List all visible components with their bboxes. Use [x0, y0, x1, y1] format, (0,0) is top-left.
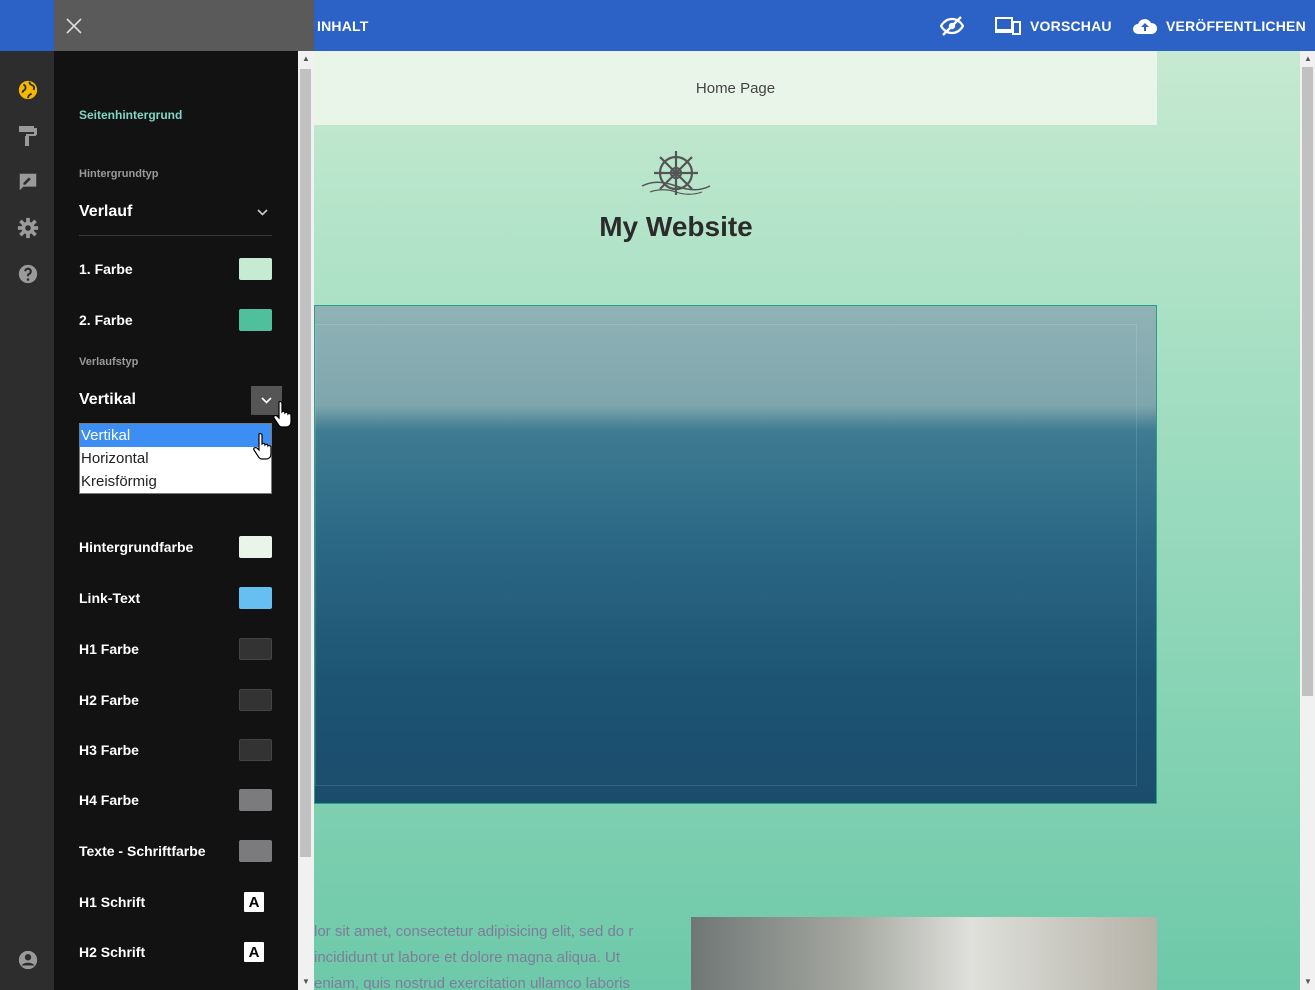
devices-icon: [995, 16, 1021, 35]
option-radial[interactable]: Kreisförmig: [80, 470, 271, 493]
scroll-up-icon[interactable]: ▲: [1304, 54, 1312, 63]
h2-color-label: H2 Farbe: [79, 692, 139, 708]
option-horizontal[interactable]: Horizontal: [80, 447, 271, 470]
settings-panel: Seitenhintergrund Hintergrundtyp Verlauf…: [54, 51, 298, 990]
content-tab[interactable]: INHALT: [317, 0, 369, 51]
help-icon[interactable]: [15, 261, 41, 287]
chevron-down-icon: [261, 397, 272, 404]
h2-font-picker-icon[interactable]: A: [244, 942, 264, 962]
background-color-label: Hintergrundfarbe: [79, 539, 194, 555]
h3-color-swatch[interactable]: [239, 739, 272, 761]
h1-color-label: H1 Farbe: [79, 641, 139, 657]
scroll-down-icon[interactable]: ▼: [1304, 977, 1312, 986]
h2-color-swatch[interactable]: [239, 689, 272, 711]
lorem-paragraph: lor sit amet, consectetur adipisicing el…: [314, 923, 634, 990]
color1-label: 1. Farbe: [79, 261, 133, 277]
preview-scroll-thumb[interactable]: [1302, 67, 1313, 696]
link-text-swatch[interactable]: [239, 587, 272, 609]
paint-roller-icon[interactable]: [15, 123, 41, 149]
h3-color-label: H3 Farbe: [79, 742, 139, 758]
h2-color-row: H2 Farbe: [79, 688, 272, 712]
close-icon[interactable]: [64, 16, 84, 36]
h4-color-label: H4 Farbe: [79, 792, 139, 808]
scroll-down-icon[interactable]: ▼: [302, 977, 310, 986]
color1-swatch[interactable]: [239, 258, 272, 280]
background-type-label: Hintergrundtyp: [79, 168, 159, 180]
h2-font-label: H2 Schrift: [79, 944, 146, 960]
preview-scrollbar[interactable]: ▲ ▼: [1300, 51, 1315, 990]
background-type-select[interactable]: Verlauf: [79, 194, 272, 230]
h1-font-picker-icon[interactable]: A: [244, 892, 264, 912]
chevron-down-icon: [252, 194, 272, 230]
ship-wheel-logo: [640, 148, 712, 200]
hand-cursor-icon: [253, 432, 273, 465]
publish-button[interactable]: VERÖFFENTLICHEN: [1132, 0, 1306, 51]
background-color-swatch[interactable]: [239, 536, 272, 558]
site-navigation: Home Page: [314, 51, 1157, 125]
divider: [79, 235, 272, 236]
h1-color-row: H1 Farbe: [79, 637, 272, 661]
section-title: Seitenhintergrund: [79, 108, 183, 122]
hide-eye-icon[interactable]: [940, 0, 964, 51]
gradient-type-value: Vertikal: [79, 391, 136, 408]
background-type-value: Verlauf: [79, 203, 133, 220]
hero-ocean-image[interactable]: [314, 305, 1157, 804]
panel-header: [54, 0, 314, 51]
background-color-row: Hintergrundfarbe: [79, 535, 272, 559]
left-icon-rail: [0, 0, 54, 990]
edit-comment-icon[interactable]: [15, 169, 41, 195]
preview-label: VORSCHAU: [1030, 17, 1112, 34]
cloud-upload-icon: [1133, 18, 1158, 34]
gradient-type-listbox[interactable]: Vertikal Horizontal Kreisförmig: [79, 423, 272, 494]
gradient-type-select[interactable]: Vertikal: [79, 382, 272, 418]
color1-row: 1. Farbe: [79, 257, 272, 281]
h3-color-row: H3 Farbe: [79, 738, 272, 762]
panel-scrollbar[interactable]: ▲ ▼: [298, 51, 314, 990]
h1-color-swatch[interactable]: [239, 638, 272, 660]
text-color-label: Texte - Schriftfarbe: [79, 843, 206, 859]
hand-cursor-icon: [273, 400, 293, 433]
globe-icon[interactable]: [15, 77, 41, 103]
website-preview: Home Page My Website lor sit amet, conse…: [314, 51, 1300, 990]
h4-color-swatch[interactable]: [239, 789, 272, 811]
nav-item-home[interactable]: Home Page: [696, 80, 775, 97]
scroll-up-icon[interactable]: ▲: [302, 54, 310, 63]
color2-label: 2. Farbe: [79, 312, 133, 328]
panel-scroll-thumb[interactable]: [300, 69, 311, 857]
gradient-type-label: Verlaufstyp: [79, 356, 139, 368]
site-title: My Website: [599, 211, 753, 242]
link-text-label: Link-Text: [79, 590, 141, 606]
content-tab-label: INHALT: [317, 17, 369, 34]
food-image[interactable]: [691, 917, 1157, 990]
h4-color-row: H4 Farbe: [79, 788, 272, 812]
text-color-swatch[interactable]: [239, 840, 272, 862]
h1-font-label: H1 Schrift: [79, 894, 146, 910]
h1-font-row: H1 Schrift A: [79, 890, 272, 914]
gear-icon[interactable]: [15, 215, 41, 241]
account-icon[interactable]: [15, 947, 41, 973]
preview-button[interactable]: VORSCHAU: [995, 0, 1112, 51]
hero-inner-frame: [315, 324, 1137, 786]
link-text-row: Link-Text: [79, 586, 272, 610]
publish-label: VERÖFFENTLICHEN: [1166, 17, 1306, 34]
color2-row: 2. Farbe: [79, 308, 272, 332]
option-vertical[interactable]: Vertikal: [80, 424, 271, 447]
color2-swatch[interactable]: [239, 309, 272, 331]
text-color-row: Texte - Schriftfarbe: [79, 839, 272, 863]
h2-font-row: H2 Schrift A: [79, 940, 272, 964]
